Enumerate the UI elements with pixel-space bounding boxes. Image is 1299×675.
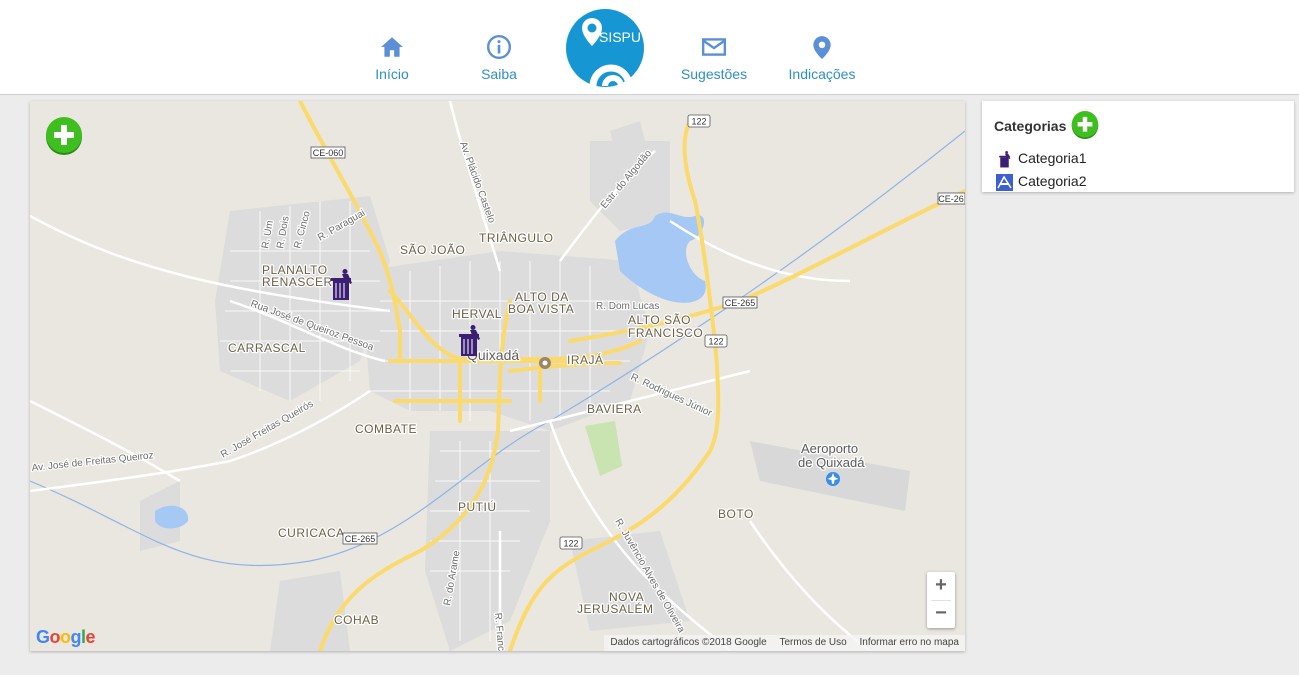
shield-122-bottom: 122 (559, 536, 583, 550)
svg-text:HERVAL: HERVAL (452, 307, 502, 321)
top-navbar: Início Saiba SISPU Sugestões Indicações (0, 0, 1299, 95)
zoom-divider (931, 600, 951, 601)
zoom-out-button[interactable]: − (927, 600, 955, 628)
sispu-logo[interactable]: SISPU (565, 8, 645, 88)
report-error-link[interactable]: Informar erro no mapa (860, 637, 960, 648)
svg-text:COHAB: COHAB (334, 613, 379, 627)
svg-text:CE-26: CE-26 (938, 194, 964, 204)
add-marker-button[interactable] (45, 117, 83, 155)
svg-text:122: 122 (563, 539, 578, 549)
svg-text:122: 122 (708, 337, 723, 347)
category-label: Categoria1 (1018, 150, 1087, 166)
svg-text:ALTO SÃO: ALTO SÃO (628, 313, 691, 327)
map-canvas[interactable]: SÃO JOÃO TRIÂNGULO PLANALTO RENASCER ALT… (30, 101, 965, 651)
category-label: Categoria2 (1018, 173, 1087, 189)
svg-text:CE-060: CE-060 (313, 148, 344, 158)
svg-text:CE-265: CE-265 (345, 534, 376, 544)
category-item-2[interactable]: Categoria2 (996, 172, 1087, 191)
svg-text:TRIÂNGULO: TRIÂNGULO (479, 230, 554, 245)
city-hall-icon (539, 357, 551, 369)
svg-text:de Quixadá: de Quixadá (798, 455, 865, 470)
svg-text:COMBATE: COMBATE (355, 422, 417, 436)
map-view[interactable]: SÃO JOÃO TRIÂNGULO PLANALTO RENASCER ALT… (30, 101, 965, 651)
svg-text:JERUSALÉM: JERUSALÉM (577, 601, 654, 616)
zoom-control: + − (927, 572, 955, 628)
shield-ce265-left: CE-265 (342, 532, 378, 545)
map-attribution: Dados cartográficos ©2018 Google Termos … (604, 635, 965, 651)
shield-122-top: 122 (687, 114, 711, 128)
svg-text:FRANCISCO: FRANCISCO (628, 326, 703, 340)
svg-text:BOA VISTA: BOA VISTA (508, 302, 574, 316)
svg-text:CARRASCAL: CARRASCAL (228, 341, 306, 355)
google-logo[interactable]: Google (36, 627, 96, 648)
nav-indicacoes[interactable]: Indicações (777, 34, 867, 82)
shield-ce265-mid: CE-265 (722, 296, 758, 309)
svg-text:SÃO JOÃO: SÃO JOÃO (400, 243, 465, 257)
airport-icon (826, 472, 840, 486)
nav-saiba[interactable]: Saiba (454, 34, 544, 82)
add-category-button[interactable] (1071, 111, 1099, 139)
svg-text:122: 122 (691, 117, 706, 127)
nav-saiba-label: Saiba (481, 66, 517, 82)
nav-sugestoes[interactable]: Sugestões (669, 34, 759, 82)
svg-text:CURICACA: CURICACA (278, 526, 345, 540)
svg-text:BOTO: BOTO (718, 507, 754, 521)
nav-sugestoes-label: Sugestões (680, 66, 748, 82)
green-plus-icon (46, 117, 82, 155)
nav-inicio-label: Início (375, 66, 409, 82)
nav-inicio[interactable]: Início (347, 34, 437, 82)
svg-text:R. Dom Lucas: R. Dom Lucas (596, 301, 659, 312)
terms-link[interactable]: Termos de Uso (779, 637, 846, 648)
zoom-in-button[interactable]: + (927, 572, 955, 600)
svg-text:PUTIÚ: PUTIÚ (458, 499, 497, 514)
trash-person-icon (996, 150, 1013, 168)
svg-text:CE-265: CE-265 (725, 298, 756, 308)
shield-122-mid: 122 (704, 334, 728, 348)
svg-text:IRAJÁ: IRAJÁ (567, 352, 604, 367)
category-item-1[interactable]: Categoria1 (996, 149, 1087, 168)
shield-ce26-right: CE-26 (937, 192, 965, 205)
info-icon (486, 34, 512, 60)
road-sign-icon (996, 173, 1013, 191)
envelope-icon (701, 34, 727, 60)
home-icon (379, 34, 405, 60)
categories-panel: Categorias Categoria1 Categoria2 (982, 101, 1294, 192)
green-plus-icon (1071, 111, 1099, 139)
svg-text:BAVIERA: BAVIERA (587, 402, 642, 416)
map-data-credit: Dados cartográficos ©2018 Google (610, 637, 767, 648)
shield-ce060: CE-060 (310, 146, 346, 159)
map-pin-icon (809, 34, 835, 60)
svg-text:RENASCER: RENASCER (262, 275, 333, 289)
svg-text:Aeroporto: Aeroporto (801, 441, 858, 456)
nav-indicacoes-label: Indicações (788, 66, 856, 82)
categories-title: Categorias (994, 118, 1067, 134)
logo-text: SISPU (599, 29, 641, 45)
